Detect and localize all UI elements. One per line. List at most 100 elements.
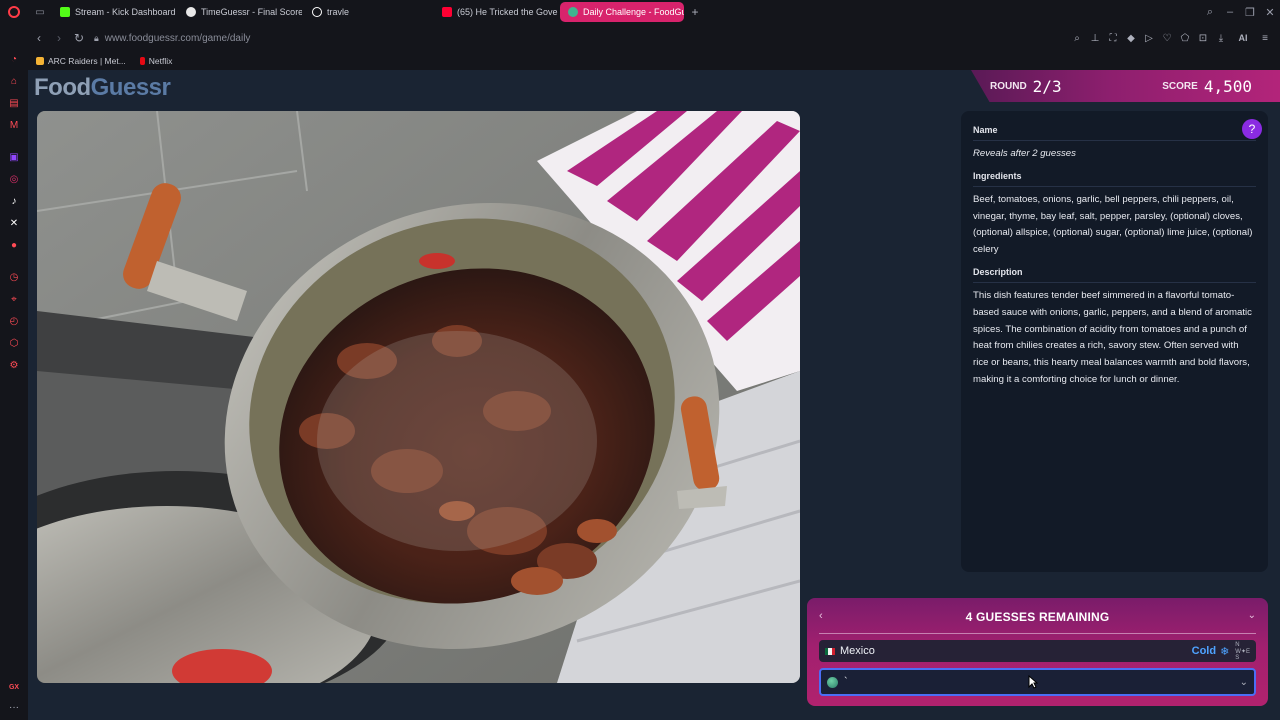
opera-logo-icon[interactable]: [0, 0, 28, 24]
chevron-down-icon[interactable]: ⌄: [1248, 610, 1256, 621]
instagram-icon[interactable]: ◎: [7, 172, 21, 186]
lock-icon: 🔒︎: [94, 32, 99, 43]
reload-icon[interactable]: ↻: [70, 28, 88, 48]
player-icon[interactable]: ▷: [1140, 33, 1158, 44]
tiktok-icon[interactable]: ♪: [7, 194, 21, 208]
round-score-bar: ROUND 2/3 SCORE 4,500: [971, 70, 1280, 102]
extensions-puzzle-icon[interactable]: ⬠: [1176, 33, 1194, 44]
temperature-indicator: Cold ❄: [1192, 645, 1230, 658]
tab-label: Stream - Kick Dashboard: [75, 7, 176, 17]
tab-travle[interactable]: travle: [304, 2, 432, 22]
mexico-flag-icon: [825, 647, 835, 655]
clock-icon[interactable]: ◴: [7, 314, 21, 328]
ingredients-label: Ingredients: [973, 170, 1022, 181]
help-icon[interactable]: ?: [1242, 119, 1262, 139]
divider: [973, 185, 1256, 187]
guess-input-text[interactable]: `: [844, 676, 848, 688]
pinboard-icon[interactable]: ⌖: [7, 292, 21, 306]
music-player-icon[interactable]: ●: [7, 238, 21, 252]
logo-part-food: Food: [34, 74, 91, 101]
wallet-icon[interactable]: ⊡: [1194, 33, 1212, 44]
more-icon[interactable]: ···: [7, 700, 21, 714]
history-icon[interactable]: ◷: [7, 270, 21, 284]
heart-icon[interactable]: ♡: [1158, 33, 1176, 44]
snowflake-icon: ❄: [1220, 645, 1230, 658]
kick-favicon-icon: [60, 7, 70, 17]
divider: [973, 281, 1256, 283]
description-label: Description: [973, 266, 1023, 277]
logo-part-guessr: Guessr: [90, 74, 171, 101]
score-value: 4,500: [1203, 76, 1252, 96]
minimize-icon[interactable]: –: [1220, 6, 1240, 19]
guess-row: Mexico Cold ❄ N W✦E S: [819, 640, 1256, 662]
zoom-icon[interactable]: ⌕: [1068, 33, 1086, 44]
tab-foodguessr[interactable]: Daily Challenge - FoodGue: [560, 2, 684, 22]
travle-favicon-icon: [312, 7, 322, 17]
forward-icon[interactable]: ›: [50, 28, 68, 48]
name-value: Reveals after 2 guesses: [973, 148, 1076, 159]
tab-youtube[interactable]: (65) He Tricked the Gover: [434, 2, 558, 22]
mouse-cursor-icon: [1028, 675, 1038, 689]
browser-sidebar: ◔ ⌂ ▤ M ▣ ◎ ♪ ✕ ● ◷ ⌖ ◴ ⬡ ⚙ GX ···: [0, 24, 28, 720]
bookmark-arc-raiders[interactable]: ARC Raiders | Met...: [36, 56, 126, 66]
settings-gear-icon[interactable]: ⚙: [7, 358, 21, 372]
guesses-remaining: 4 GUESSES REMAINING: [965, 610, 1110, 624]
news-icon[interactable]: ▤: [7, 96, 21, 110]
dish-info-panel: ? Name Reveals after 2 guesses Ingredien…: [961, 111, 1268, 572]
gx-corner-icon[interactable]: ⌂: [7, 74, 21, 88]
browser-tab-bar: ▭ Stream - Kick Dashboard TimeGuessr - F…: [0, 0, 1280, 24]
youtube-favicon-icon: [442, 7, 452, 17]
opera-ai-icon[interactable]: ◔: [7, 52, 21, 66]
tab-islands-icon[interactable]: ▭: [28, 0, 52, 24]
divider: [973, 140, 1256, 141]
description-section: Description This dish features tender be…: [973, 267, 1256, 389]
download-icon[interactable]: ⤓: [1212, 33, 1230, 44]
dish-photo: [37, 111, 800, 683]
shield-icon[interactable]: ◆: [1122, 33, 1140, 44]
bookmark-label: ARC Raiders | Met...: [48, 56, 126, 66]
guess-country: Mexico: [840, 645, 875, 657]
dropdown-chevron-icon[interactable]: ⌄: [1240, 677, 1248, 688]
temperature-label: Cold: [1191, 645, 1217, 657]
messenger-icon[interactable]: M: [7, 118, 21, 132]
foodguessr-page: FoodGuessr ROUND 2/3 SCORE 4,500 ? Name …: [28, 70, 1280, 720]
twitch-icon[interactable]: ▣: [7, 150, 21, 164]
restore-icon[interactable]: ❐: [1240, 6, 1260, 19]
ingredients-section: Ingredients Beef, tomatoes, onions, garl…: [973, 171, 1256, 259]
foodguessr-logo[interactable]: FoodGuessr: [34, 74, 171, 102]
new-tab-button[interactable]: +: [686, 3, 704, 21]
arc-raiders-favicon-icon: [36, 57, 44, 65]
divider: [819, 633, 1256, 634]
bookmark-netflix[interactable]: Netflix: [139, 56, 173, 66]
url-text: www.foodguessr.com/game/daily: [104, 32, 251, 44]
name-section: Name Reveals after 2 guesses: [973, 125, 1256, 163]
url-field[interactable]: 🔒︎ www.foodguessr.com/game/daily: [94, 33, 250, 44]
tab-label: Daily Challenge - FoodGue: [583, 7, 684, 17]
tab-kick[interactable]: Stream - Kick Dashboard: [52, 2, 176, 22]
close-icon[interactable]: ✕: [1260, 6, 1280, 19]
gx-control-icon[interactable]: GX: [7, 680, 21, 694]
tab-label: (65) He Tricked the Gover: [457, 7, 558, 17]
search-tabs-icon[interactable]: ⌕: [1200, 6, 1220, 19]
snapshot-icon[interactable]: ⛶: [1104, 33, 1122, 44]
ingredients-value: Beef, tomatoes, onions, garlic, bell pep…: [973, 193, 1253, 256]
score-label: SCORE: [1162, 80, 1198, 92]
description-value: This dish features tender beef simmered …: [973, 289, 1252, 385]
bookmark-label: Netflix: [148, 56, 173, 66]
ai-button[interactable]: AI: [1230, 33, 1256, 44]
foodguessr-favicon-icon: [568, 7, 578, 17]
bookmarks-bar: ARC Raiders | Met... Netflix: [28, 52, 1280, 70]
round-value: 2/3: [1032, 76, 1062, 96]
extensions-icon[interactable]: ⬡: [7, 336, 21, 350]
menu-icon[interactable]: ≡: [1256, 33, 1274, 44]
name-label: Name: [973, 125, 998, 135]
pin-icon[interactable]: ⊥: [1086, 33, 1104, 44]
compass-icon: N W✦E S: [1235, 641, 1250, 661]
netflix-favicon-icon: [139, 57, 145, 65]
x-twitter-icon[interactable]: ✕: [7, 216, 21, 230]
tab-label: TimeGuessr - Final Score: [201, 7, 302, 17]
back-icon[interactable]: ‹: [30, 28, 48, 48]
timeguessr-favicon-icon: [186, 7, 196, 17]
round-label: ROUND: [990, 80, 1027, 92]
tab-timeguessr[interactable]: TimeGuessr - Final Score: [178, 2, 302, 22]
